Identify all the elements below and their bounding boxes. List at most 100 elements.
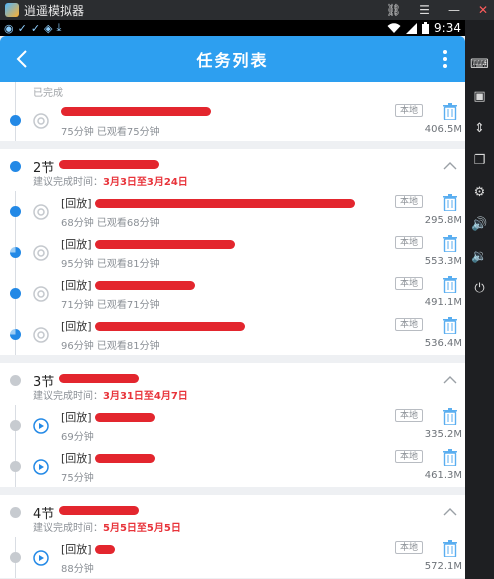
power-icon[interactable]: ⏻	[470, 278, 490, 298]
play-circle-icon	[33, 458, 49, 475]
file-size: 461.3M	[424, 470, 462, 481]
progress-dot	[10, 247, 21, 258]
redaction-mark	[61, 106, 211, 116]
trash-icon[interactable]	[443, 276, 457, 293]
local-tag: 本地	[394, 195, 423, 208]
trash-icon[interactable]	[443, 408, 457, 425]
section-divider	[0, 141, 465, 149]
lesson-row[interactable]: [回放] 95分钟 已观看81分钟 本地 553.3M	[0, 232, 465, 273]
check-icon: ✓	[17, 21, 27, 35]
trash-icon[interactable]	[443, 103, 457, 120]
chevron-up-icon[interactable]	[443, 507, 457, 516]
app-notification-icon: ◉	[4, 21, 14, 35]
emulator-title: 逍遥模拟器	[24, 3, 85, 18]
file-size: 536.4M	[424, 338, 462, 349]
suggested-time: 建议完成时间：3月31日至4月7日	[33, 391, 188, 402]
keyboard-icon[interactable]: ⌨	[470, 54, 490, 74]
check-icon: ✓	[30, 21, 41, 35]
lesson-row[interactable]: [回放] 71分钟 已观看71分钟 本地 491.1M	[0, 273, 465, 314]
local-tag: 本地	[394, 104, 423, 117]
play-circle-icon	[33, 203, 49, 220]
file-size: 553.3M	[424, 256, 462, 267]
signal-icon	[406, 22, 418, 34]
suggested-time: 建议完成时间：3月3日至3月24日	[33, 177, 188, 188]
resize-icon[interactable]: ⇕	[470, 118, 490, 138]
play-circle-icon	[33, 244, 49, 261]
lesson-meta: 75分钟	[61, 472, 94, 484]
lesson-row[interactable]: [回放] 69分钟 本地 335.2M	[0, 405, 465, 446]
local-tag: 本地	[394, 236, 423, 249]
progress-dot	[10, 115, 21, 126]
progress-dot	[10, 288, 21, 299]
redaction-mark	[59, 374, 139, 383]
volume-down-icon[interactable]: 🔉	[470, 246, 490, 266]
lesson-meta: 96分钟 已观看81分钟	[61, 340, 160, 352]
section-dot	[10, 507, 21, 518]
download-icon: ⤓	[56, 21, 62, 34]
notification-icons: ◉ ✓ ✓ ◈ ⤓	[4, 21, 61, 35]
link-icon[interactable]: ⛓	[386, 3, 401, 17]
lesson-row[interactable]: [回放] 96分钟 已观看81分钟 本地 536.4M	[0, 314, 465, 355]
copy-icon[interactable]: ❐	[470, 150, 490, 170]
chevron-left-icon	[16, 50, 27, 68]
lesson-meta: 68分钟 已观看68分钟	[61, 217, 160, 229]
page-title: 任务列表	[196, 51, 269, 70]
section-title: 3节	[33, 363, 465, 390]
trash-icon[interactable]	[443, 449, 457, 466]
lesson-row[interactable]: [回放] 68分钟 已观看68分钟 本地 295.8M	[0, 191, 465, 232]
lesson-row[interactable]: [回放] 88分钟 本地 572.1M	[0, 537, 465, 578]
redaction-mark	[95, 198, 355, 208]
redaction-mark	[95, 321, 245, 331]
progress-dot	[10, 552, 21, 563]
volume-up-icon[interactable]: 🔊	[470, 214, 490, 234]
android-screen: ◉ ✓ ✓ ◈ ⤓ 9:34 任务列表 已完成 75分钟 已观看75分钟 本地 …	[0, 20, 465, 579]
battery-icon	[422, 22, 430, 34]
local-tag: 本地	[394, 277, 423, 290]
lesson-meta: 71分钟 已观看71分钟	[61, 299, 160, 311]
emulator-titlebar: 逍遥模拟器 ⛓ ☰ — ✕	[0, 0, 494, 20]
minimize-icon[interactable]: —	[448, 3, 460, 17]
progress-dot	[10, 461, 21, 472]
progress-dot	[10, 329, 21, 340]
redaction-mark	[95, 412, 155, 422]
lesson-row[interactable]: 75分钟 已观看75分钟 本地 406.5M	[0, 100, 465, 141]
file-size: 406.5M	[424, 124, 462, 135]
redaction-mark	[59, 160, 159, 169]
file-size: 572.1M	[424, 561, 462, 572]
back-button[interactable]	[8, 45, 36, 73]
local-tag: 本地	[394, 409, 423, 422]
task-list[interactable]: 已完成 75分钟 已观看75分钟 本地 406.5M 2节 建议完成时间：3月3日…	[0, 82, 465, 578]
chevron-up-icon[interactable]	[443, 161, 457, 170]
trash-icon[interactable]	[443, 235, 457, 252]
section-header[interactable]: 3节 建议完成时间：3月31日至4月7日	[0, 363, 465, 405]
redaction-mark	[59, 506, 139, 515]
close-icon[interactable]: ✕	[478, 3, 488, 17]
settings-icon[interactable]: ⚙	[470, 182, 490, 202]
redaction-mark	[95, 239, 235, 249]
lesson-meta: 88分钟	[61, 563, 94, 575]
overflow-menu-button[interactable]	[433, 45, 457, 73]
window-controls: ⛓ ☰ — ✕	[386, 0, 488, 20]
play-circle-icon	[33, 417, 49, 434]
play-circle-icon	[33, 112, 49, 129]
progress-dot	[10, 206, 21, 217]
section-header[interactable]: 4节 建议完成时间：5月5日至5月5日	[0, 495, 465, 537]
progress-dot	[10, 420, 21, 431]
play-circle-icon	[33, 285, 49, 302]
section-title: 2节	[33, 149, 465, 176]
video-record-icon[interactable]: ▣	[470, 86, 490, 106]
lesson-row[interactable]: [回放] 75分钟 本地 461.3M	[0, 446, 465, 487]
section-header[interactable]: 2节 建议完成时间：3月3日至3月24日	[0, 149, 465, 191]
redaction-mark	[95, 453, 155, 463]
trash-icon[interactable]	[443, 317, 457, 334]
chevron-up-icon[interactable]	[443, 375, 457, 384]
emulator-sidebar: ⌨ ▣ ⇕ ❐ ⚙ 🔊 🔉 ⏻	[465, 20, 494, 579]
trash-icon[interactable]	[443, 194, 457, 211]
emulator-logo-icon	[5, 3, 19, 17]
clock: 9:34	[434, 21, 461, 35]
menu-icon[interactable]: ☰	[419, 3, 430, 17]
trash-icon[interactable]	[443, 540, 457, 557]
suggested-time: 建议完成时间：5月5日至5月5日	[33, 523, 181, 534]
completed-label: 已完成	[33, 87, 63, 99]
more-vertical-icon	[443, 50, 447, 68]
